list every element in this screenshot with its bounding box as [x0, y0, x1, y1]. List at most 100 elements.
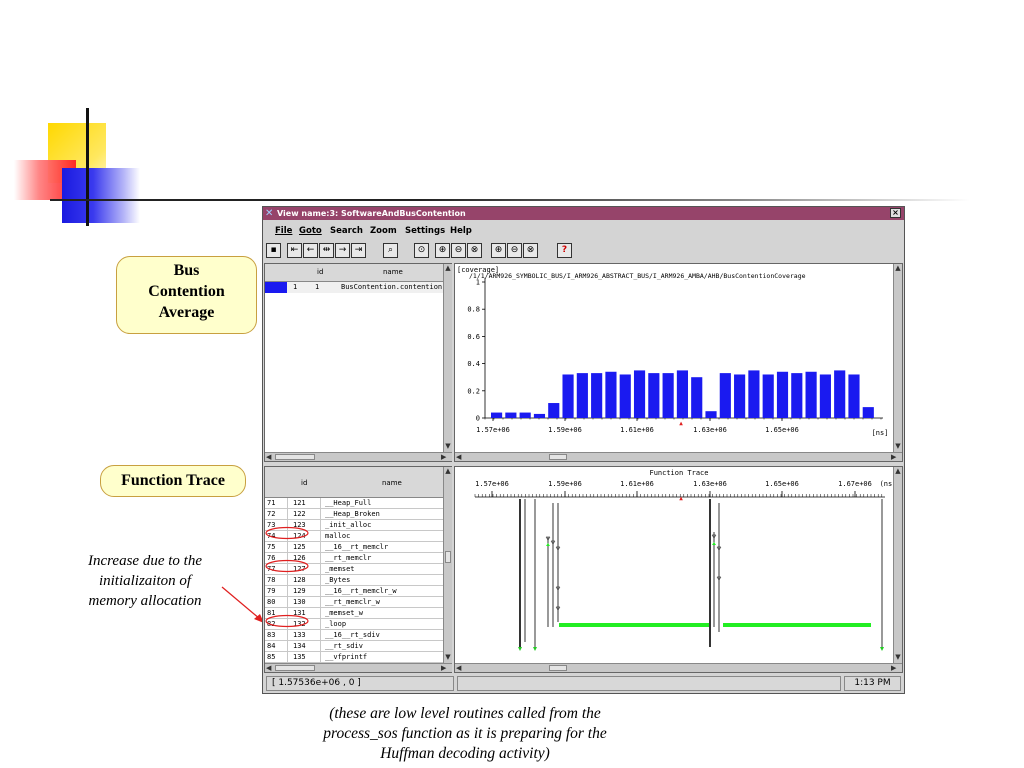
save-icon[interactable]: ▪ — [266, 243, 281, 258]
window-title: View name:3: SoftwareAndBusContention — [277, 209, 466, 218]
chart-path-label: /1/1/ARM926_SYMBOLIC_BUS/I_ARM926_ABSTRA… — [469, 272, 806, 280]
trace-activity-bar — [723, 623, 871, 627]
y-tick-label: 0.6 — [467, 333, 480, 341]
horizontal-scrollbar[interactable]: ◀ ▶ — [265, 452, 452, 461]
scroll-up-icon[interactable]: ▲ — [444, 467, 452, 475]
x-tick-label: 1.61e+06 — [620, 426, 654, 434]
x-tick-label: 1.65e+06 — [765, 480, 799, 488]
callout-line: Bus — [173, 262, 200, 279]
column-header-name[interactable]: name — [383, 268, 403, 276]
goto-first-icon[interactable]: ⇤ — [287, 243, 302, 258]
cursor-marker: ▲ — [679, 420, 683, 427]
vertical-scrollbar[interactable]: ▲ ▼ — [443, 467, 452, 663]
x-tick-label: 1.63e+06 — [693, 426, 727, 434]
function-list-pane: id name 71 121 __Heap_Full 72 122 __Heap_Brok… — [264, 466, 452, 673]
coverage-bar — [562, 374, 574, 418]
coverage-bar — [519, 412, 531, 418]
app-icon: ✕ — [265, 208, 274, 219]
horizontal-scrollbar[interactable]: ◀ ▶ — [265, 663, 452, 672]
coverage-chart-pane: [coverage] /1/1/ARM926_SYMBOLIC_BUS/I_AR… — [454, 263, 903, 462]
bus-contention-callout: Bus Contention Average — [116, 256, 257, 334]
goto-prev-icon[interactable]: ← — [303, 243, 318, 258]
zoom-y-in-icon[interactable]: ⊕ — [491, 243, 506, 258]
goto-center-icon[interactable]: ⇹ — [319, 243, 334, 258]
scroll-left-icon[interactable]: ◀ — [266, 453, 271, 461]
vertical-scrollbar[interactable]: ▲ ▼ — [893, 467, 902, 663]
row-name: BusContention.contention — [341, 283, 443, 291]
menu-settings[interactable]: Settings — [405, 223, 445, 239]
column-header-name[interactable]: name — [382, 479, 402, 487]
coverage-bar — [748, 370, 760, 418]
function-trace-callout: Function Trace — [100, 465, 246, 497]
scroll-thumb[interactable] — [549, 665, 567, 671]
x-unit-label: (ns) — [880, 480, 893, 488]
column-header-id[interactable]: id — [301, 479, 307, 487]
coverage-bar — [819, 374, 831, 418]
table-header: id name — [265, 467, 443, 498]
y-tick-label: 0.4 — [467, 360, 480, 368]
menu-help[interactable]: Help — [450, 223, 472, 239]
y-tick-label: 0.8 — [467, 306, 480, 314]
table-row[interactable]: 1 1 BusContention.contention — [265, 282, 443, 293]
viewer-window: ✕ View name:3: SoftwareAndBusContention … — [262, 206, 905, 694]
coverage-bar — [548, 403, 560, 418]
x-tick-label: 1.63e+06 — [693, 480, 727, 488]
zoom-in-icon[interactable]: ⊕ — [435, 243, 450, 258]
coverage-bar — [505, 412, 517, 418]
scroll-up-icon[interactable]: ▲ — [894, 264, 902, 272]
column-header-id[interactable]: id — [317, 268, 323, 276]
coverage-bar — [591, 373, 603, 418]
vertical-scrollbar[interactable]: ▲ ▼ — [443, 264, 452, 452]
close-button[interactable]: × — [890, 208, 901, 218]
scroll-down-icon[interactable]: ▼ — [894, 442, 902, 450]
help-icon[interactable]: ? — [557, 243, 572, 258]
scroll-left-icon[interactable]: ◀ — [456, 664, 461, 672]
scroll-left-icon[interactable]: ◀ — [266, 664, 271, 672]
scroll-up-icon[interactable]: ▲ — [894, 467, 902, 475]
coverage-bar — [705, 411, 717, 418]
scroll-up-icon[interactable]: ▲ — [444, 264, 452, 272]
scroll-right-icon[interactable]: ▶ — [441, 664, 446, 672]
menu-goto[interactable]: Goto — [299, 223, 322, 239]
deco-vertical-line — [86, 108, 89, 226]
scroll-right-icon[interactable]: ▶ — [441, 453, 446, 461]
scroll-thumb[interactable] — [275, 454, 315, 460]
scroll-thumb[interactable] — [275, 665, 315, 671]
zoom-y-out-icon[interactable]: ⊖ — [507, 243, 522, 258]
scroll-thumb[interactable] — [549, 454, 567, 460]
coverage-bar — [662, 373, 674, 418]
red-circle-annotation — [265, 614, 309, 628]
scroll-right-icon[interactable]: ▶ — [891, 453, 896, 461]
x-tick-label: 1.57e+06 — [475, 480, 509, 488]
deco-horizontal-line — [50, 199, 970, 201]
row-index: 1 — [293, 283, 298, 291]
coverage-bar — [805, 371, 817, 418]
vertical-scrollbar[interactable]: ▲ ▼ — [893, 264, 902, 452]
zoom-out-icon[interactable]: ⊖ — [451, 243, 466, 258]
trace-arrow — [533, 647, 537, 651]
zoom-y-reset-icon[interactable]: ⊗ — [523, 243, 538, 258]
horizontal-scrollbar[interactable]: ◀ ▶ — [455, 663, 902, 672]
y-tick-label: 0 — [476, 415, 480, 423]
menu-file[interactable]: File — [275, 223, 292, 239]
coverage-bar — [719, 373, 731, 418]
coverage-bar — [834, 370, 846, 418]
horizontal-scrollbar[interactable]: ◀ ▶ — [455, 452, 902, 461]
scroll-down-icon[interactable]: ▼ — [894, 653, 902, 661]
coverage-bar — [491, 412, 503, 418]
menu-search[interactable]: Search — [330, 223, 363, 239]
increase-note: Increase due to the initializaiton of me… — [62, 551, 228, 611]
scroll-down-icon[interactable]: ▼ — [444, 653, 452, 661]
scroll-left-icon[interactable]: ◀ — [456, 453, 461, 461]
coverage-bar — [605, 371, 617, 418]
search-icon[interactable]: ⌕ — [383, 243, 398, 258]
scroll-thumb[interactable] — [445, 551, 451, 563]
menu-zoom[interactable]: Zoom — [370, 223, 397, 239]
y-tick-label: 0.2 — [467, 387, 480, 395]
scroll-right-icon[interactable]: ▶ — [891, 664, 896, 672]
zoom-fit-icon[interactable]: ⊙ — [414, 243, 429, 258]
goto-last-icon[interactable]: ⇥ — [351, 243, 366, 258]
zoom-reset-icon[interactable]: ⊗ — [467, 243, 482, 258]
scroll-down-icon[interactable]: ▼ — [444, 442, 452, 450]
goto-next-icon[interactable]: → — [335, 243, 350, 258]
